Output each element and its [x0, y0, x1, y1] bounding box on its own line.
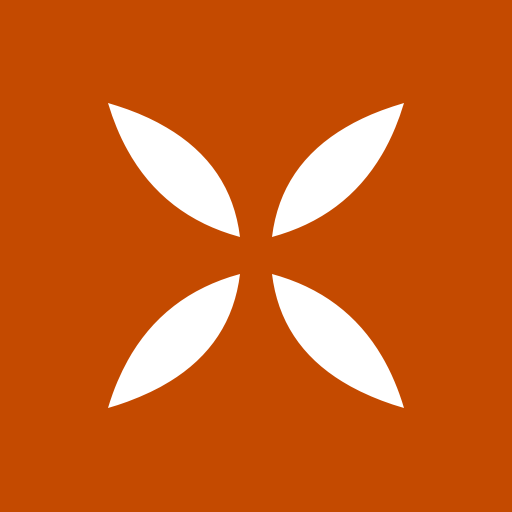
background-square	[0, 0, 512, 512]
four-petal-cross-icon	[0, 0, 512, 512]
app-icon-canvas	[0, 0, 512, 512]
